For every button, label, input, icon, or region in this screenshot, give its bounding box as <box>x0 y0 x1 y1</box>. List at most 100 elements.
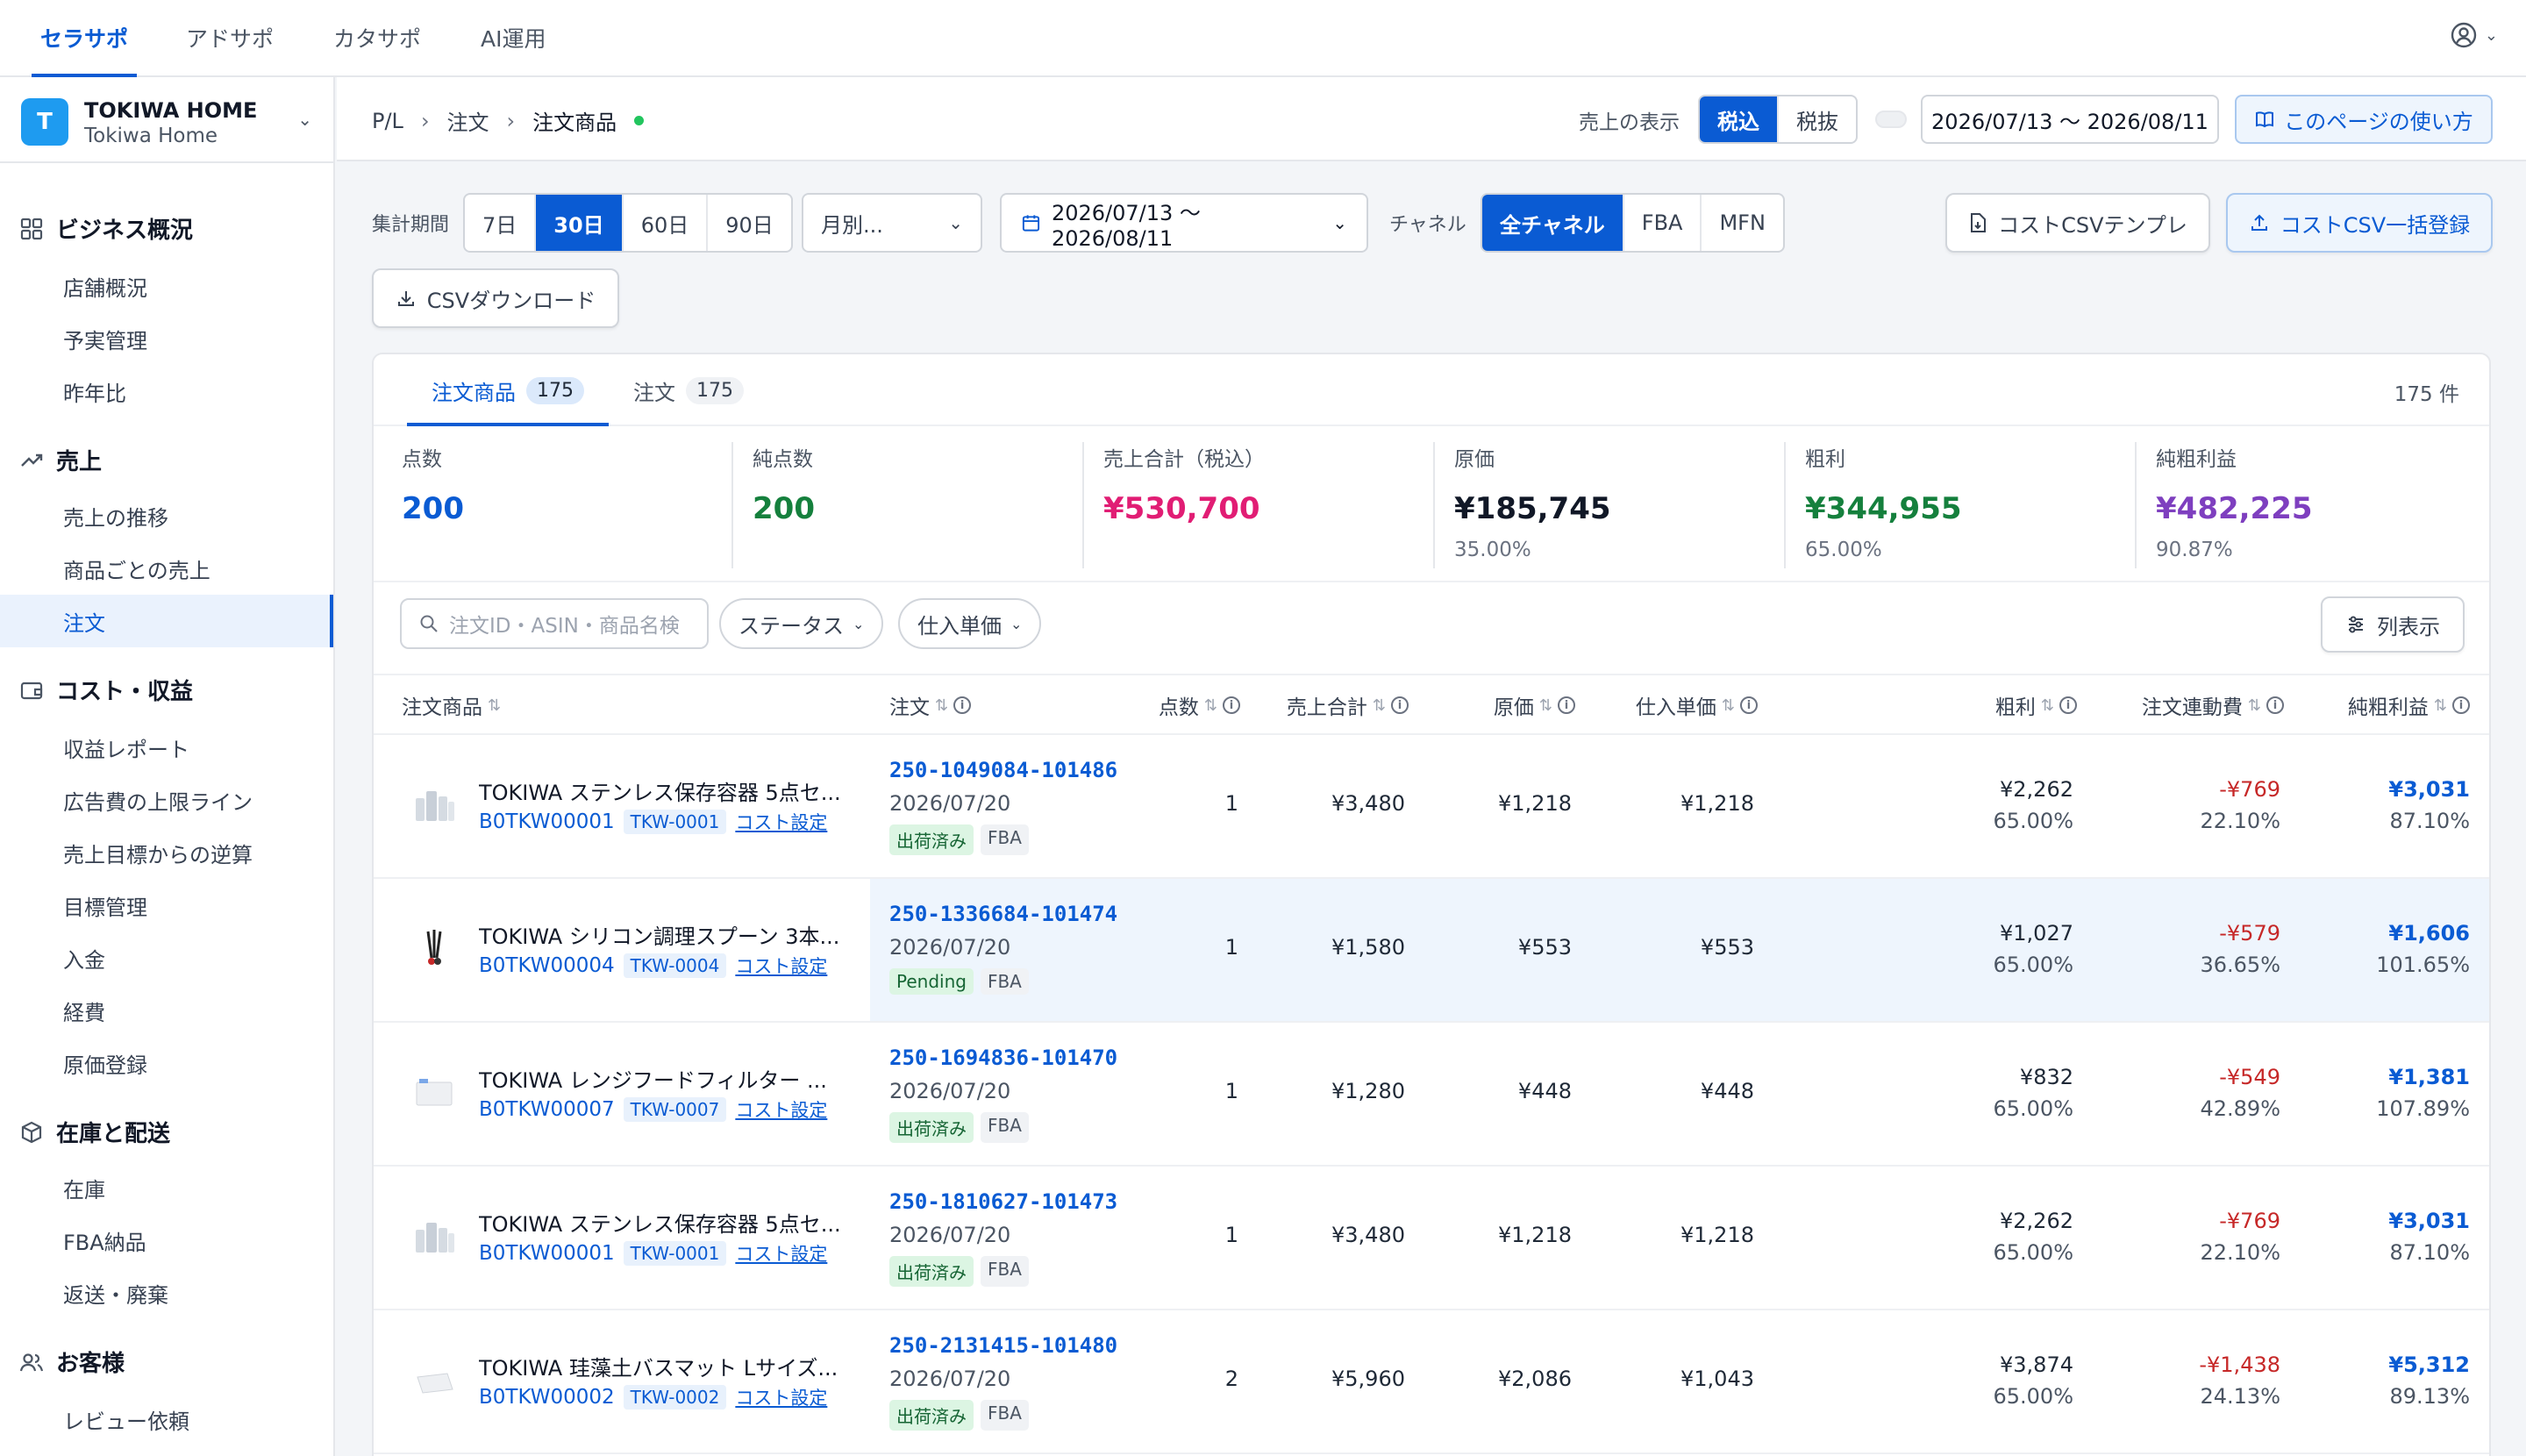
order-id-link[interactable]: 250-1810627-101473 <box>889 1189 1117 1214</box>
period-60d[interactable]: 60日 <box>621 195 707 251</box>
nav-serasapo[interactable]: セラサポ <box>31 0 138 77</box>
nav-adsapo[interactable]: アドサポ <box>186 0 274 75</box>
nav-katasapo[interactable]: カタサポ <box>333 0 421 75</box>
cell-quantity: 2 <box>1224 1367 1238 1391</box>
cost-setting-link[interactable]: コスト設定 <box>735 809 827 835</box>
book-icon <box>2256 111 2274 128</box>
asin-link[interactable]: B0TKW00007 <box>479 1098 615 1121</box>
col-quantity[interactable]: 点数 ⇅ i <box>1159 675 1240 735</box>
product-image <box>412 1070 456 1114</box>
granularity-select[interactable]: 月別... ⌄ <box>802 193 982 253</box>
cost-setting-link[interactable]: コスト設定 <box>735 1240 827 1267</box>
cost-csv-bulk-button[interactable]: コストCSV一括登録 <box>2226 193 2493 253</box>
col-sales-total[interactable]: 売上合計 ⇅ i <box>1287 675 1409 735</box>
gross-pct: 65.00% <box>1993 1096 2073 1121</box>
period-7d[interactable]: 7日 <box>465 195 534 251</box>
orders-card: 注文商品 175 注文 175 175 件 点数 200 純点数 200 売上合… <box>372 353 2491 1456</box>
channel-all[interactable]: 全チャネル <box>1482 195 1623 251</box>
cost-setting-link[interactable]: コスト設定 <box>735 1384 827 1410</box>
fee-pct: 22.10% <box>2200 809 2280 833</box>
col-cost[interactable]: 原価 ⇅ i <box>1494 675 1575 735</box>
tax-included-option[interactable]: 税込 <box>1700 96 1777 142</box>
order-id-link[interactable]: 250-1694836-101470 <box>889 1046 1117 1070</box>
order-id-link[interactable]: 250-1049084-101486 <box>889 758 1117 782</box>
order-date: 2026/07/20 <box>889 1367 1011 1391</box>
tab-orders[interactable]: 注文 175 <box>633 354 744 426</box>
sidebar-item-sales-by-product[interactable]: 商品ごとの売上 <box>0 542 333 595</box>
cost-setting-link[interactable]: コスト設定 <box>735 953 827 979</box>
info-icon: i <box>1740 696 1758 714</box>
table-row[interactable]: TOKIWA 珪藻土バスマット Lサイズ... B0TKW00002 TKW-000… <box>374 1310 2489 1454</box>
sidebar-item-reverse-calc[interactable]: 売上目標からの逆算 <box>0 826 333 879</box>
chevron-down-icon: ⌄ <box>1332 212 1347 233</box>
product-name: TOKIWA ステンレス保存容器 5点セ... <box>479 781 841 805</box>
crumb-pl[interactable]: P/L <box>372 109 403 133</box>
col-net-gross-profit[interactable]: 純粗利益 ⇅ i <box>2348 675 2470 735</box>
stat-label: 点数 <box>402 448 442 471</box>
col-order[interactable]: 注文 ⇅ i <box>889 675 972 735</box>
csv-download-button[interactable]: CSVダウンロード <box>372 268 619 328</box>
section-title: 売上 <box>56 449 103 475</box>
channel-mfn[interactable]: MFN <box>1700 195 1782 251</box>
cell-cost: ¥1,218 <box>1498 791 1572 816</box>
tab-order-items[interactable]: 注文商品 175 <box>407 354 609 426</box>
store-subname: Tokiwa Home <box>84 125 218 147</box>
sidebar-item-stock[interactable]: 在庫 <box>0 1161 333 1214</box>
col-gross-profit[interactable]: 粗利 ⇅ i <box>1995 675 2077 735</box>
order-id-link[interactable]: 250-2131415-101480 <box>889 1333 1117 1358</box>
sidebar-item-sales-trend[interactable]: 売上の推移 <box>0 489 333 542</box>
cell-gross-profit: ¥3,874 65.00% <box>1993 1353 2073 1409</box>
sidebar-item-yoy[interactable]: 昨年比 <box>0 365 333 418</box>
asin-link[interactable]: B0TKW00001 <box>479 1242 615 1265</box>
table-row[interactable]: TOKIWA ステンレス保存容器 5点セ... B0TKW00001 TKW-000… <box>374 1167 2489 1310</box>
sidebar-item-review-request[interactable]: レビュー依頼 <box>0 1393 333 1445</box>
cell-sales: ¥1,580 <box>1331 935 1405 960</box>
col-order-item[interactable]: 注文商品 ⇅ <box>402 675 501 735</box>
sidebar-item-orders[interactable]: 注文 <box>0 595 333 647</box>
chevron-down-icon: ⌄ <box>853 615 865 632</box>
unit-cost-filter-chip[interactable]: 仕入単価 ⌄ <box>898 598 1042 649</box>
search-input[interactable]: 注文ID・ASIN・商品名検 <box>400 598 709 649</box>
period-90d[interactable]: 90日 <box>706 195 791 251</box>
cost-csv-template-button[interactable]: コストCSVテンプレ <box>1945 193 2210 253</box>
cost-setting-link[interactable]: コスト設定 <box>735 1096 827 1123</box>
sidebar-item-fba-shipment[interactable]: FBA納品 <box>0 1214 333 1267</box>
sidebar-item-cost-entry[interactable]: 原価登録 <box>0 1037 333 1089</box>
sidebar-item-revenue-report[interactable]: 収益レポート <box>0 721 333 774</box>
sidebar-item-store-overview[interactable]: 店舗概況 <box>0 260 333 312</box>
column-display-button[interactable]: 列表示 <box>2321 596 2465 653</box>
cell-gross-profit: ¥2,262 65.00% <box>1993 1209 2073 1265</box>
col-label: 純粗利益 <box>2347 696 2429 719</box>
sidebar-item-returns[interactable]: 返送・廃棄 <box>0 1267 333 1319</box>
date-range-picker[interactable]: 2026/07/13 〜 2026/08/11 ⌄ <box>1000 193 1368 253</box>
sidebar-item-budget[interactable]: 予実管理 <box>0 312 333 365</box>
asin-link[interactable]: B0TKW00002 <box>479 1386 615 1409</box>
sidebar-item-deposits[interactable]: 入金 <box>0 931 333 984</box>
col-unit-cost[interactable]: 仕入単価 ⇅ i <box>1636 675 1758 735</box>
col-order-fee[interactable]: 注文連動費 ⇅ i <box>2142 675 2284 735</box>
asin-link[interactable]: B0TKW00001 <box>479 810 615 833</box>
table-row[interactable]: TOKIWA ステンレス保存容器 5点セ... B0TKW00001 TKW-000… <box>374 735 2489 879</box>
table-row[interactable]: TOKIWA シリコン調理スプーン 3本... B0TKW00004 TKW-000… <box>374 879 2489 1023</box>
sort-icon: ⇅ <box>2433 696 2447 715</box>
cell-cost: ¥2,086 <box>1498 1367 1572 1391</box>
help-button[interactable]: このページの使い方 <box>2235 95 2493 144</box>
crumb-orders[interactable]: 注文 <box>447 105 489 136</box>
sidebar-item-goals[interactable]: 目標管理 <box>0 879 333 931</box>
sidebar-item-expenses[interactable]: 経費 <box>0 984 333 1037</box>
sidebar-item-ad-limit[interactable]: 広告費の上限ライン <box>0 774 333 826</box>
table-row[interactable]: TOKIWA レンジフードフィルター ... B0TKW00007 TKW-0007… <box>374 1023 2489 1167</box>
nav-ai-operation[interactable]: AI運用 <box>481 0 546 75</box>
col-label: 仕入単価 <box>1635 696 1716 719</box>
tax-excluded-option[interactable]: 税抜 <box>1777 96 1856 142</box>
toggle-switch[interactable] <box>1875 111 1907 128</box>
channel-fba[interactable]: FBA <box>1622 195 1701 251</box>
asin-link[interactable]: B0TKW00004 <box>479 954 615 977</box>
header-date-range[interactable]: 2026/07/13 〜 2026/08/11 <box>1921 95 2219 144</box>
period-30d[interactable]: 30日 <box>534 195 622 251</box>
account-menu[interactable]: ⌄ <box>2450 21 2498 49</box>
store-switcher[interactable]: T TOKIWA HOME Tokiwa Home ⌄ <box>0 77 333 163</box>
net-pct: 87.10% <box>2389 809 2470 833</box>
status-filter-chip[interactable]: ステータス ⌄ <box>719 598 884 649</box>
order-id-link[interactable]: 250-1336684-101474 <box>889 902 1117 926</box>
